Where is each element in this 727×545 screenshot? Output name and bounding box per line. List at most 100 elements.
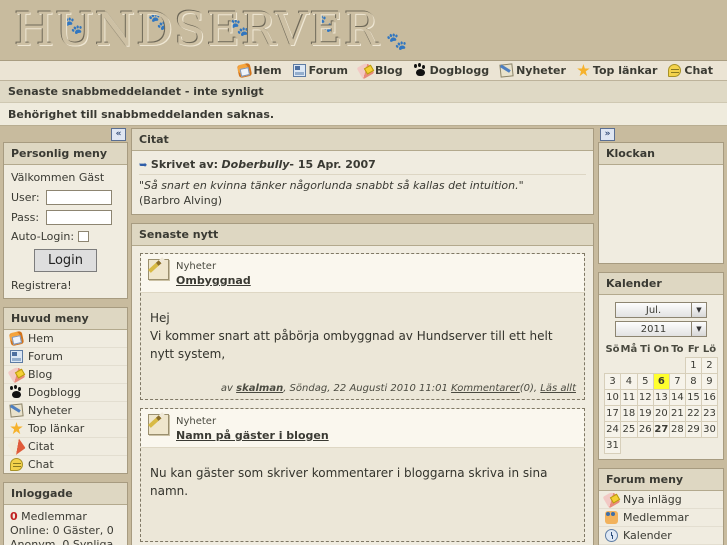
calendar-day-cell[interactable]: 5 (636, 373, 654, 390)
nav-label: Chat (684, 64, 713, 77)
online-count: 0 (10, 510, 18, 523)
calendar-day-cell[interactable]: 15 (684, 389, 702, 406)
sidebar-item-chat[interactable]: Chat (4, 456, 127, 473)
calendar-day-cell[interactable]: 30 (700, 421, 719, 438)
collapse-left-button[interactable]: « (111, 128, 126, 141)
calendar-week-row: 12 (605, 357, 719, 374)
calendar-day-cell[interactable]: 29 (684, 421, 702, 438)
month-select[interactable]: Jul. ▼ (615, 302, 707, 318)
nav-item-top-lankar[interactable]: Top länkar (573, 64, 662, 77)
news-comments-link[interactable]: Kommentarer (451, 383, 520, 394)
calendar-day-cell[interactable]: 22 (684, 405, 702, 422)
nav-label: Forum (308, 64, 348, 77)
notepad-pencil-icon (148, 259, 169, 280)
chevron-down-icon: ▼ (691, 303, 706, 317)
calendar-day-cell[interactable]: 1 (684, 357, 702, 374)
nav-item-forum[interactable]: Forum (289, 64, 352, 77)
calendar-body: Jul. ▼ 2011 ▼ Sö Må Ti On To Fr Lö 1 2 3… (599, 295, 723, 459)
calendar-empty-cell (637, 438, 653, 454)
register-link[interactable]: Registrera! (11, 279, 120, 292)
nav-label: Dogblogg (429, 64, 490, 77)
news-body-line: Nu kan gäster som skriver kommentarer i … (150, 466, 548, 498)
calendar-empty-cell (621, 358, 638, 374)
collapse-right-button[interactable]: » (600, 128, 615, 141)
news-by-label: av (220, 383, 233, 394)
right-collapse-row: » (598, 128, 724, 142)
news-comment-count: (0), (519, 383, 538, 394)
calendar-day-cell[interactable]: 10 (603, 389, 622, 406)
calendar-day-cell[interactable]: 24 (603, 421, 622, 438)
sidebar-item-dogblogg[interactable]: Dogblogg (4, 384, 127, 402)
calendar-day-cell[interactable]: 7 (668, 373, 686, 390)
paw-icon (10, 386, 23, 399)
nav-item-dogblogg[interactable]: Dogblogg (410, 64, 494, 77)
autologin-checkbox[interactable] (78, 231, 90, 242)
sidebar-item-label: Forum (28, 350, 63, 363)
news-item-title[interactable]: Ombyggnad (176, 274, 251, 287)
nav-item-chat[interactable]: Chat (664, 64, 717, 77)
top-navigation: Hem Forum Blog Dogblogg Nyheter Top länk… (0, 60, 727, 81)
news-item-title[interactable]: Namn på gäster i blogen (176, 429, 329, 442)
news-body: Hej Vi kommer snart att påbörja ombyggna… (141, 293, 584, 369)
login-button[interactable]: Login (33, 249, 98, 272)
sidebar-item-blog[interactable]: Blog (4, 365, 127, 384)
nav-item-nyheter[interactable]: Nyheter (496, 63, 570, 78)
year-select[interactable]: 2011 ▼ (615, 321, 707, 337)
calendar-day-cell[interactable]: 26 (636, 421, 654, 438)
calendar-day-cell[interactable]: 13 (652, 389, 670, 406)
calendar-day-cell[interactable]: 20 (652, 405, 670, 422)
sidebar-item-citat[interactable]: Citat (4, 437, 127, 456)
sidebar-item-forum[interactable]: Forum (4, 348, 127, 366)
calendar-day-cell[interactable]: 12 (636, 389, 654, 406)
calendar-day-cell[interactable]: 28 (668, 421, 686, 438)
sidebar-item-label: Blog (28, 368, 53, 381)
calendar-day-cell[interactable]: 8 (684, 373, 702, 390)
quote-posted-label: Skrivet av: (150, 158, 219, 171)
welcome-text: Välkommen Gäst (11, 171, 105, 184)
arrow-icon: ➥ (139, 160, 148, 171)
sidebar-item-nyheter[interactable]: Nyheter (4, 402, 127, 420)
calendar-day-cell[interactable]: 11 (620, 389, 638, 406)
news-block: Senaste nytt Nyheter Ombyggnad Hej Vi ko… (131, 223, 594, 545)
sidebar-item-kalender[interactable]: Kalender (599, 527, 723, 545)
quote-title: Citat (132, 129, 593, 151)
sidebar-item-medlemmar[interactable]: Medlemmar (599, 509, 723, 527)
sidebar-item-nya-inlagg[interactable]: Nya inlägg (599, 490, 723, 509)
user-input[interactable] (46, 190, 112, 205)
calendar-icon (605, 529, 618, 542)
quote-author[interactable]: Doberbully (222, 158, 290, 171)
nav-item-blog[interactable]: Blog (355, 61, 407, 80)
calendar-day-cell[interactable]: 6 (652, 373, 670, 390)
calendar-day-cell[interactable]: 23 (700, 405, 719, 422)
calendar-week-row: 17 18 19 20 21 22 23 (603, 405, 719, 422)
calendar-day-cell[interactable]: 14 (668, 389, 686, 406)
sidebar-item-hem[interactable]: Hem (4, 330, 127, 348)
calendar-day-cell[interactable]: 27 (652, 421, 670, 438)
sidebar-item-label: Kalender (623, 529, 672, 542)
calendar-day-cell[interactable]: 19 (636, 405, 654, 422)
news-read-more-link[interactable]: Läs allt (540, 383, 576, 394)
calendar-day-cell[interactable]: 3 (603, 373, 622, 390)
calendar-day-cell[interactable]: 17 (603, 405, 622, 422)
calendar-day-cell[interactable]: 18 (620, 405, 638, 422)
calendar-day-cell[interactable]: 4 (620, 373, 638, 390)
password-input[interactable] (46, 210, 112, 225)
pass-row: Pass: (11, 210, 120, 225)
nav-item-hem[interactable]: Hem (234, 62, 286, 79)
calendar-days: 1 2 3 4 5 6 7 8 9 10 11 12 13 14 15 16 17 18 19 20 21 22 23 24 2… (603, 357, 719, 454)
calendar-empty-cell (669, 358, 685, 374)
site-header: 🐾 🐾 🐾 🐾 🐾 HUNDSERVER (0, 0, 727, 60)
online-block: Inloggade 0 Medlemmar Online: 0 Gäster, … (3, 482, 128, 545)
year-value: 2011 (640, 323, 667, 335)
latest-message-bar: Senaste snabbmeddelandet - inte synligt (0, 81, 727, 103)
online-stats-text: Medlemmar Online: 0 Gäster, 0 Anonym, 0 … (10, 510, 114, 545)
calendar-day-cell[interactable]: 2 (700, 357, 719, 374)
calendar-day-cell[interactable]: 21 (668, 405, 686, 422)
calendar-day-cell[interactable]: 16 (700, 389, 719, 406)
calendar-day-cell[interactable]: 9 (700, 373, 719, 390)
blog-icon (602, 490, 621, 509)
sidebar-item-top-lankar[interactable]: Top länkar (4, 420, 127, 438)
calendar-day-cell[interactable]: 31 (603, 437, 622, 454)
news-author[interactable]: skalman (236, 383, 283, 394)
calendar-day-cell[interactable]: 25 (620, 421, 638, 438)
